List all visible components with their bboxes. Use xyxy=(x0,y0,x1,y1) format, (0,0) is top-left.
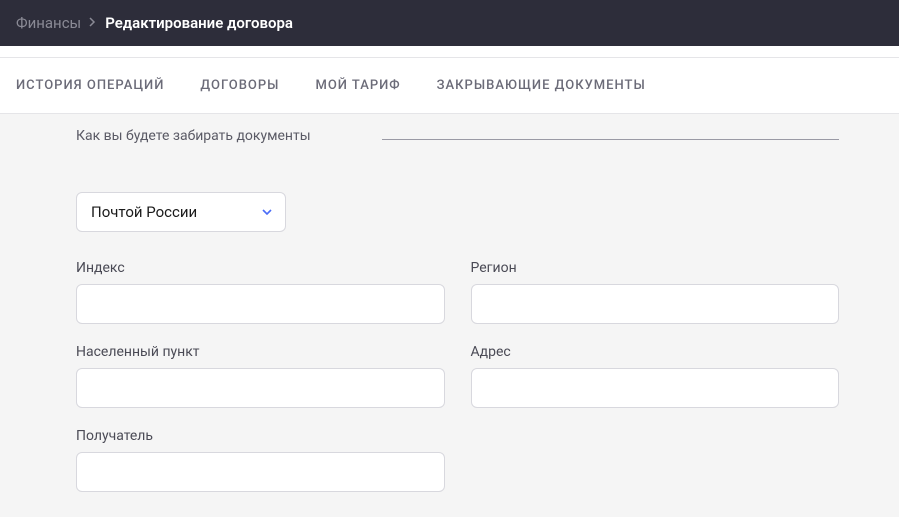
section-divider xyxy=(382,139,839,140)
label-index: Индекс xyxy=(76,260,445,276)
breadcrumb: Финансы Редактирование договора xyxy=(0,0,899,46)
section-title: Как вы будете забирать документы xyxy=(76,128,376,144)
input-city[interactable] xyxy=(76,368,445,408)
breadcrumb-current: Редактирование договора xyxy=(105,14,293,32)
top-spacer xyxy=(0,46,899,58)
label-recipient: Получатель xyxy=(76,428,445,444)
breadcrumb-parent[interactable]: Финансы xyxy=(16,14,81,32)
chevron-right-icon xyxy=(89,15,97,31)
tab-operations-history[interactable]: ИСТОРИЯ ОПЕРАЦИЙ xyxy=(16,78,164,93)
delivery-method-select[interactable]: Почтой России xyxy=(76,192,286,232)
input-index[interactable] xyxy=(76,284,445,324)
tab-contracts[interactable]: ДОГОВОРЫ xyxy=(200,78,279,93)
address-form: Индекс Регион Населенный пункт Адрес Пол… xyxy=(76,260,839,492)
label-region: Регион xyxy=(471,260,840,276)
tabs: ИСТОРИЯ ОПЕРАЦИЙ ДОГОВОРЫ МОЙ ТАРИФ ЗАКР… xyxy=(0,58,899,114)
input-recipient[interactable] xyxy=(76,452,445,492)
field-region: Регион xyxy=(471,260,840,324)
field-address: Адрес xyxy=(471,344,840,408)
input-region[interactable] xyxy=(471,284,840,324)
tab-closing-documents[interactable]: ЗАКРЫВАЮЩИЕ ДОКУМЕНТЫ xyxy=(437,78,646,93)
tab-my-tariff[interactable]: МОЙ ТАРИФ xyxy=(315,78,400,93)
field-index: Индекс xyxy=(76,260,445,324)
section-header: Как вы будете забирать документы xyxy=(76,128,839,144)
label-address: Адрес xyxy=(471,344,840,360)
field-recipient: Получатель xyxy=(76,428,445,492)
field-city: Населенный пункт xyxy=(76,344,445,408)
content: Как вы будете забирать документы Почтой … xyxy=(0,114,899,512)
input-address[interactable] xyxy=(471,368,840,408)
delivery-method-select-wrapper: Почтой России xyxy=(76,192,286,232)
label-city: Населенный пункт xyxy=(76,344,445,360)
